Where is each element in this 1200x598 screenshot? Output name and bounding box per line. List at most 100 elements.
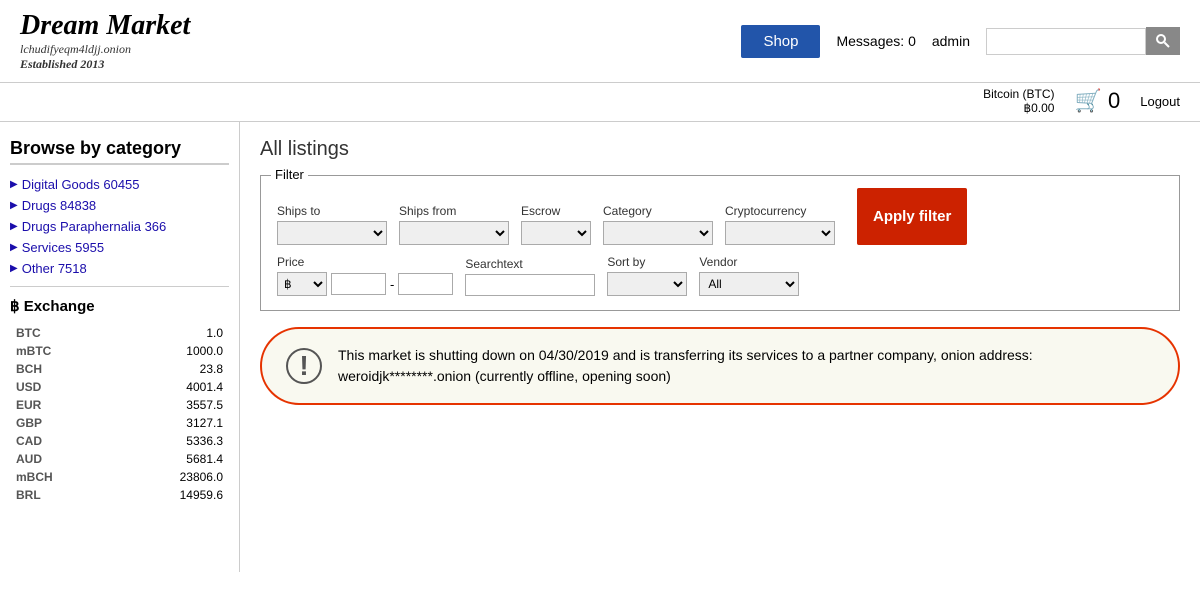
category-select[interactable] [603,221,713,245]
price-max-input[interactable] [398,273,453,295]
ships-from-group: Ships from [399,204,509,245]
sidebar-item-drugs[interactable]: ▶ Drugs 84838 [10,198,229,213]
sidebar-item-services[interactable]: ▶ Services 5955 [10,240,229,255]
exchange-row: BTC1.0 [12,325,227,341]
price-min-input[interactable] [331,273,386,295]
exchange-row: GBP3127.1 [12,415,227,431]
category-label: Category [603,204,713,218]
exchange-value: 5681.4 [113,451,227,467]
exchange-value: 3127.1 [113,415,227,431]
exchange-row: CAD5336.3 [12,433,227,449]
arrow-icon: ▶ [10,179,18,190]
exchange-value: 5336.3 [113,433,227,449]
services-link[interactable]: Services 5955 [22,240,104,255]
ships-from-label: Ships from [399,204,509,218]
arrow-icon: ▶ [10,242,18,253]
logout-link[interactable]: Logout [1140,94,1180,109]
arrow-icon: ▶ [10,221,18,232]
messages-link[interactable]: Messages: 0 [836,33,915,49]
services-count: 5955 [75,240,104,255]
exchange-row: mBCH23806.0 [12,469,227,485]
shop-button[interactable]: Shop [741,25,820,58]
sidebar: Browse by category ▶ Digital Goods 60455… [0,122,240,572]
category-group: Category [603,204,713,245]
drugs-para-count: 366 [145,219,167,234]
searchtext-label: Searchtext [465,257,595,271]
cryptocurrency-label: Cryptocurrency [725,204,835,218]
other-count: 7518 [58,261,87,276]
exchange-row: AUD5681.4 [12,451,227,467]
searchtext-group: Searchtext [465,257,595,296]
header-row2: Bitcoin (BTC) ฿0.00 🛒 0 Logout [0,83,1200,122]
sort-by-select[interactable] [607,272,687,296]
main-layout: Browse by category ▶ Digital Goods 60455… [0,122,1200,572]
ships-to-label: Ships to [277,204,387,218]
logo-title: Dream Market [20,10,240,42]
ships-to-group: Ships to [277,204,387,245]
alert-text: This market is shutting down on 04/30/20… [338,345,1154,387]
cryptocurrency-select[interactable] [725,221,835,245]
vendor-select[interactable]: All [699,272,799,296]
searchtext-input[interactable] [465,274,595,296]
exchange-currency: EUR [12,397,111,413]
escrow-select[interactable] [521,221,591,245]
exchange-value: 4001.4 [113,379,227,395]
search-icon [1155,33,1171,49]
filter-row-1: Ships to Ships from Escrow Category Cryp… [277,188,1163,245]
search-area [986,27,1180,55]
sidebar-item-other[interactable]: ▶ Other 7518 [10,261,229,276]
exchange-currency: mBCH [12,469,111,485]
sidebar-item-drugs-para[interactable]: ▶ Drugs Paraphernalia 366 [10,219,229,234]
exchange-title: ฿ Exchange [10,297,229,315]
admin-link[interactable]: admin [932,33,970,49]
search-input[interactable] [986,28,1146,55]
sidebar-item-digital-goods[interactable]: ▶ Digital Goods 60455 [10,177,229,192]
alert-icon: ! [286,348,322,384]
cryptocurrency-group: Cryptocurrency [725,204,835,245]
ships-from-select[interactable] [399,221,509,245]
search-button[interactable] [1146,27,1180,55]
exchange-row: EUR3557.5 [12,397,227,413]
arrow-icon: ▶ [10,263,18,274]
exchange-row: mBTC1000.0 [12,343,227,359]
drugs-para-link[interactable]: Drugs Paraphernalia 366 [22,219,167,234]
other-link[interactable]: Other 7518 [22,261,87,276]
exchange-currency: USD [12,379,111,395]
price-label: Price [277,255,453,269]
btc-label: Bitcoin (BTC) [983,87,1054,101]
sort-by-group: Sort by [607,255,687,296]
digital-goods-count: 60455 [103,177,139,192]
page-title: All listings [260,138,1180,161]
btc-info: Bitcoin (BTC) ฿0.00 [983,87,1054,115]
price-separator: - [390,277,394,292]
exchange-currency: BTC [12,325,111,341]
exchange-row: BRL14959.6 [12,487,227,503]
exchange-table: BTC1.0mBTC1000.0BCH23.8USD4001.4EUR3557.… [10,323,229,505]
vendor-label: Vendor [699,255,799,269]
ships-to-select[interactable] [277,221,387,245]
logo-domain: lchudifyeqm4ldjj.onion [20,42,240,57]
arrow-icon: ▶ [10,200,18,211]
exchange-currency: BCH [12,361,111,377]
exchange-currency: BRL [12,487,111,503]
price-currency-select[interactable]: ฿ [277,272,327,296]
exchange-row: BCH23.8 [12,361,227,377]
filter-box: Filter Ships to Ships from Escrow Catego… [260,175,1180,311]
btc-value: ฿0.00 [983,101,1054,115]
sort-by-label: Sort by [607,255,687,269]
apply-filter-button[interactable]: Apply filter [857,188,967,245]
content-area: All listings Filter Ships to Ships from … [240,122,1200,572]
drugs-link[interactable]: Drugs 84838 [22,198,96,213]
exchange-value: 23806.0 [113,469,227,485]
escrow-group: Escrow [521,204,591,245]
drugs-count: 84838 [60,198,96,213]
exchange-value: 3557.5 [113,397,227,413]
exchange-value: 1.0 [113,325,227,341]
cart-icon[interactable]: 🛒 0 [1074,88,1120,114]
filter-row-2: Price ฿ - Searchtext Sort by [277,255,1163,296]
exchange-row: USD4001.4 [12,379,227,395]
exchange-currency: AUD [12,451,111,467]
price-group: Price ฿ - [277,255,453,296]
digital-goods-link[interactable]: Digital Goods 60455 [22,177,140,192]
sidebar-title: Browse by category [10,138,229,165]
